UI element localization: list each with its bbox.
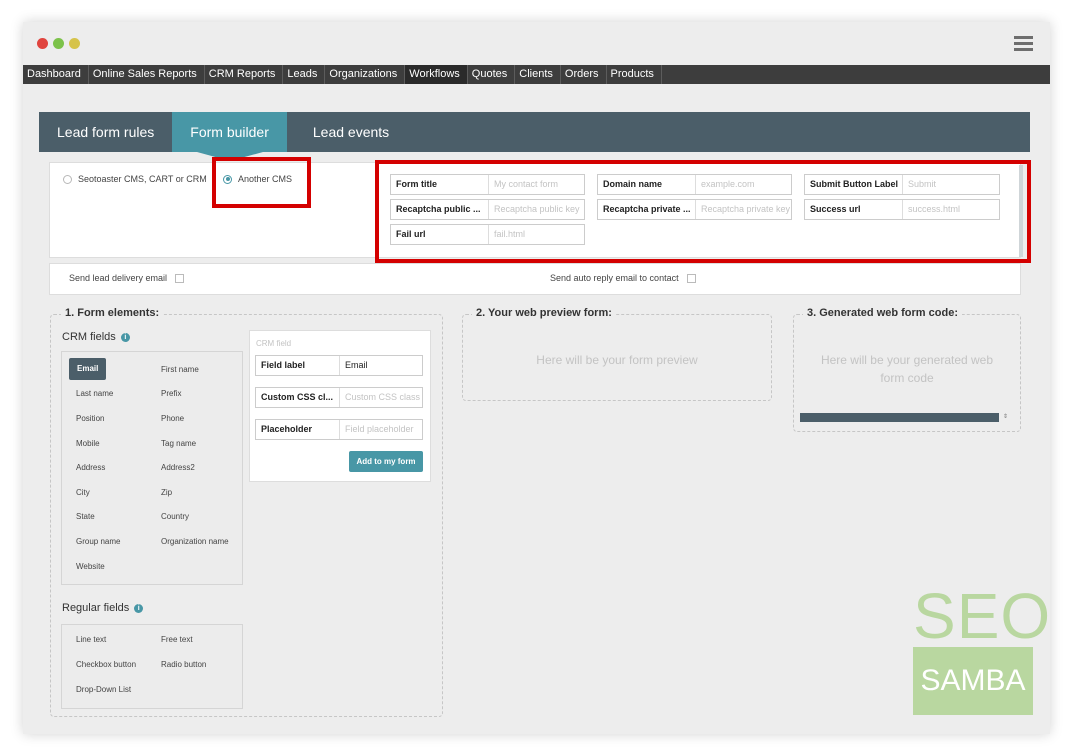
send-auto-reply-checkbox[interactable] <box>686 273 696 283</box>
placeholder-input[interactable]: Placeholder Field placeholder <box>255 419 423 440</box>
menu-icon[interactable] <box>1014 36 1033 51</box>
field-value: Email <box>345 360 368 370</box>
field-label: Field label <box>256 356 340 375</box>
crm-field-country[interactable]: Country <box>161 511 189 523</box>
app-window: Dashboard Online Sales Reports CRM Repor… <box>23 22 1050 734</box>
crm-field-first-name[interactable]: First name <box>161 364 199 376</box>
title-bar <box>23 22 1050 65</box>
crm-field-address2[interactable]: Address2 <box>161 462 195 474</box>
regular-field-checkbox-button[interactable]: Checkbox button <box>76 659 136 671</box>
nav-workflows[interactable]: Workflows <box>405 65 468 84</box>
crm-field-position[interactable]: Position <box>76 413 104 425</box>
field-label-input[interactable]: Field label Email <box>255 355 423 376</box>
regular-field-line-text[interactable]: Line text <box>76 634 106 646</box>
radio-label: Seotoaster CMS, CART or CRM <box>78 174 207 184</box>
email-options-panel <box>49 263 1021 295</box>
nav-organizations[interactable]: Organizations <box>325 65 406 84</box>
crm-field-last-name[interactable]: Last name <box>76 388 113 400</box>
code-placeholder-text: Here will be your generated web form cod… <box>820 353 994 385</box>
nav-crm-reports[interactable]: CRM Reports <box>205 65 284 84</box>
nav-orders[interactable]: Orders <box>561 65 607 84</box>
minimize-window-icon[interactable] <box>53 38 64 49</box>
crm-field-address[interactable]: Address <box>76 462 105 474</box>
checkbox-label: Send auto reply email to contact <box>550 273 679 283</box>
code-scrollbar[interactable] <box>800 413 999 422</box>
crm-fields-label: CRM fields <box>62 331 116 343</box>
nav-leads[interactable]: Leads <box>283 65 326 84</box>
resize-handle-icon[interactable]: ⇕ <box>1003 413 1008 420</box>
radio-seotoaster[interactable]: Seotoaster CMS, CART or CRM <box>63 174 207 184</box>
tab-bar: Lead form rules Form builder Lead events <box>39 112 1030 161</box>
logo-samba-text: SAMBA <box>920 664 1026 697</box>
checkbox-label: Send lead delivery email <box>69 273 168 283</box>
field-placeholder: Field placeholder <box>345 424 414 434</box>
info-icon[interactable]: i <box>134 603 144 613</box>
crm-field-mobile[interactable]: Mobile <box>76 438 100 450</box>
crm-field-website[interactable]: Website <box>76 561 105 573</box>
crm-field-city[interactable]: City <box>76 487 90 499</box>
send-auto-reply-option[interactable]: Send auto reply email to contact <box>550 273 696 283</box>
field-label: Custom CSS cl... <box>256 388 340 407</box>
crm-fields-heading: CRM fields i <box>62 331 130 343</box>
crm-field-zip[interactable]: Zip <box>161 487 172 499</box>
logo-seo-text: SEO <box>913 580 1050 652</box>
form-elements-title: 1. Form elements: <box>61 307 164 319</box>
seosamba-logo: SEO SAMBA <box>913 580 1050 715</box>
regular-fields-heading: Regular fields i <box>62 602 144 614</box>
crm-field-email[interactable]: Email <box>69 358 107 380</box>
maximize-window-icon[interactable] <box>69 38 80 49</box>
highlight-box-fields <box>375 160 1031 263</box>
field-placeholder: Custom CSS class <box>345 392 421 402</box>
generated-code-title: 3. Generated web form code: <box>803 307 962 319</box>
send-lead-delivery-checkbox[interactable] <box>175 273 185 283</box>
tab-lead-form-rules[interactable]: Lead form rules <box>39 112 172 152</box>
nav-products[interactable]: Products <box>607 65 662 84</box>
top-nav: Dashboard Online Sales Reports CRM Repor… <box>23 65 1050 84</box>
crm-field-organization-name[interactable]: Organization name <box>161 536 229 548</box>
info-icon[interactable]: i <box>120 332 130 342</box>
regular-field-radio-button[interactable]: Radio button <box>161 659 206 671</box>
crm-field-tag-name[interactable]: Tag name <box>161 438 196 450</box>
crm-field-phone[interactable]: Phone <box>161 413 184 425</box>
nav-clients[interactable]: Clients <box>515 65 561 84</box>
field-label: Placeholder <box>256 420 340 439</box>
nav-quotes[interactable]: Quotes <box>468 65 516 84</box>
add-to-my-form-button[interactable]: Add to my form <box>349 451 423 472</box>
highlight-box-cms <box>212 157 311 208</box>
crm-field-header: CRM field <box>256 339 292 348</box>
nav-online-sales-reports[interactable]: Online Sales Reports <box>89 65 205 84</box>
regular-fields-label: Regular fields <box>62 602 130 614</box>
regular-field-free-text[interactable]: Free text <box>161 634 193 646</box>
radio-button[interactable] <box>63 174 72 184</box>
web-preview-title: 2. Your web preview form: <box>472 307 616 319</box>
preview-placeholder-text: Here will be your form preview <box>536 353 698 367</box>
regular-field-drop-down-list[interactable]: Drop-Down List <box>76 684 131 696</box>
tab-form-builder[interactable]: Form builder <box>172 112 287 161</box>
send-lead-delivery-option[interactable]: Send lead delivery email <box>69 273 185 283</box>
tab-lead-events[interactable]: Lead events <box>287 112 407 152</box>
crm-field-state[interactable]: State <box>76 511 95 523</box>
custom-css-class-input[interactable]: Custom CSS cl... Custom CSS class <box>255 387 423 408</box>
crm-field-prefix[interactable]: Prefix <box>161 388 181 400</box>
crm-field-group-name[interactable]: Group name <box>76 536 120 548</box>
nav-dashboard[interactable]: Dashboard <box>23 65 89 84</box>
close-window-icon[interactable] <box>37 38 48 49</box>
